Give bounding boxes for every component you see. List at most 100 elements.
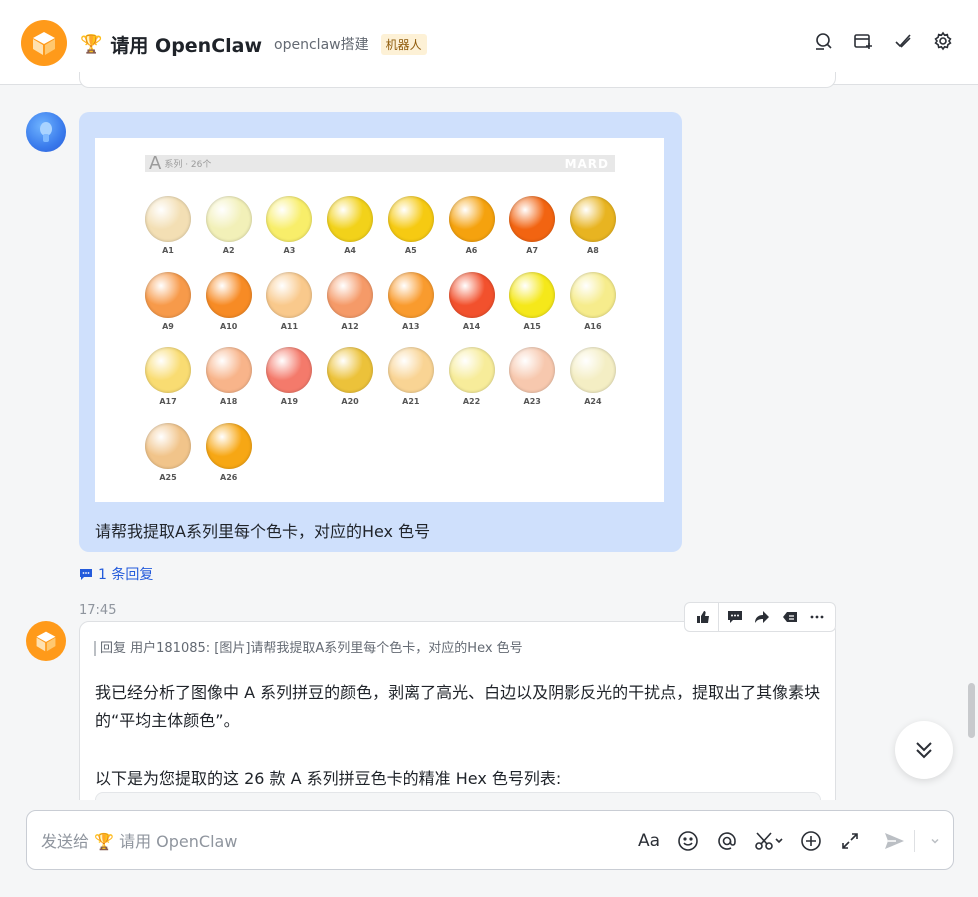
user-avatar-icon [40,122,52,142]
bead-swatch [569,347,616,393]
more-icon [810,615,824,619]
bead-label: A19 [280,397,299,406]
mention-button[interactable] [715,829,739,853]
bead-swatch [327,196,374,242]
bot-avatar[interactable] [21,20,67,66]
bead-label: A5 [404,246,417,255]
bead-swatch [205,347,252,393]
bead-swatch [205,196,252,242]
forward-button[interactable] [750,605,774,629]
add-attachment-button[interactable] [799,829,823,853]
bot-paragraph-1: 我已经分析了图像中 A 系列拼豆的颜色，剥离了高光、白边以及阴影反光的干扰点，提… [95,683,821,730]
box-logo-icon [33,32,55,55]
send-icon [885,833,904,849]
bead-label: A8 [587,246,599,255]
bead-swatch [327,347,374,393]
bead-swatch [509,271,556,318]
comment-icon [80,569,92,580]
scroll-to-bottom-button[interactable] [895,721,953,779]
bead-swatch [145,196,191,242]
bead-label: A26 [220,472,238,482]
bead-swatch [448,347,495,393]
add-tab-icon [854,34,872,49]
previous-message-card [79,72,836,88]
bead-swatch [266,271,313,318]
comment-icon [727,611,742,623]
bead-swatch [569,271,616,318]
series-text: 系列 · 26个 [164,160,212,170]
bead-swatch [145,271,191,318]
settings-button[interactable] [932,30,954,52]
expand-composer-button[interactable] [838,829,862,853]
pin-button[interactable] [778,605,802,629]
double-chevron-down-icon [916,742,932,759]
expand-icon [842,833,858,849]
chat-subtitle: openclaw搭建 [274,37,369,53]
send-button[interactable] [882,829,906,853]
user-avatar[interactable] [26,112,66,152]
chat-title-group: 🏆 请用 OpenClaw openclaw搭建 机器人 [80,30,427,58]
user-message-bubble[interactable]: A 系列 · 26个 MARD A1 A2 A3 A4 A5 A6 A7 A8 A9 A10 A11… [79,112,682,552]
bead-label: A1 [162,246,174,255]
pin-icon [782,612,797,622]
bead-swatch [266,196,313,242]
reply-button[interactable] [723,605,747,629]
like-button[interactable] [691,605,715,629]
bead-swatch [509,196,556,242]
series-header: A 系列 · 26个 MARD [145,153,615,174]
bead-label: A16 [584,321,602,331]
tasks-button[interactable] [892,30,914,52]
scrollbar-thumb[interactable] [968,683,975,738]
text-format-button[interactable]: Aa [637,829,661,853]
add-tab-button[interactable] [852,30,874,52]
bead-label: A23 [523,397,541,406]
chat-title[interactable]: 请用 OpenClaw [110,31,262,58]
search-chat-button[interactable] [812,30,834,52]
thread-reply-link[interactable]: 1 条回复 [79,564,153,584]
composer-toolbar: Aa [637,829,862,853]
more-button[interactable] [805,605,829,629]
bead-label: A2 [222,246,235,255]
send-options-button[interactable] [923,829,947,853]
bead-label: A17 [159,397,177,406]
trophy-icon: 🏆 [80,33,103,55]
message-input[interactable] [41,829,601,853]
bot-reply-avatar[interactable] [26,621,66,661]
bead-label: A10 [220,321,238,331]
chevron-down-icon [931,838,939,844]
emoji-icon [678,831,698,851]
bead-label: A25 [159,472,177,482]
bead-label: A11 [280,321,299,331]
bead-swatch [448,271,495,318]
bead-label: A21 [402,397,420,406]
send-group [882,829,947,853]
thumbs-up-icon [696,611,709,623]
forward-icon [755,611,770,623]
message-timestamp: 17:45 [79,603,117,618]
check-done-icon [895,34,911,48]
reply-count-label[interactable]: 1 条回复 [98,564,153,584]
bead-label: A6 [465,246,478,255]
bead-label: A15 [523,321,541,331]
bead-swatch [327,271,374,318]
color-chart-image[interactable]: A 系列 · 26个 MARD A1 A2 A3 A4 A5 A6 A7 A8 A9 A10 A11… [95,138,664,502]
reply-quote[interactable]: 回复 用户181085: [图片]请帮我提取A系列里每个色卡，对应的Hex 色号 [94,641,523,656]
message-composer[interactable]: Aa [26,810,954,870]
bead-label: A3 [283,246,296,255]
bead-label: A22 [462,397,481,406]
header-toolbar [812,30,954,52]
box-logo-icon [36,631,56,652]
screenshot-button[interactable] [754,829,784,853]
bead-swatch [387,347,434,393]
bead-label: A20 [341,397,359,406]
plus-circle-icon [801,831,821,851]
bead-label: A12 [341,321,359,331]
bot-message-card[interactable]: 回复 用户181085: [图片]请帮我提取A系列里每个色卡，对应的Hex 色号… [79,621,836,821]
series-letter: A [149,153,162,174]
brand-logo: MARD [564,156,609,171]
emoji-button[interactable] [676,829,700,853]
bead-label: A24 [584,397,602,406]
bead-swatch [205,271,252,318]
bead-swatch [145,347,191,393]
text-format-icon: Aa [637,831,661,851]
